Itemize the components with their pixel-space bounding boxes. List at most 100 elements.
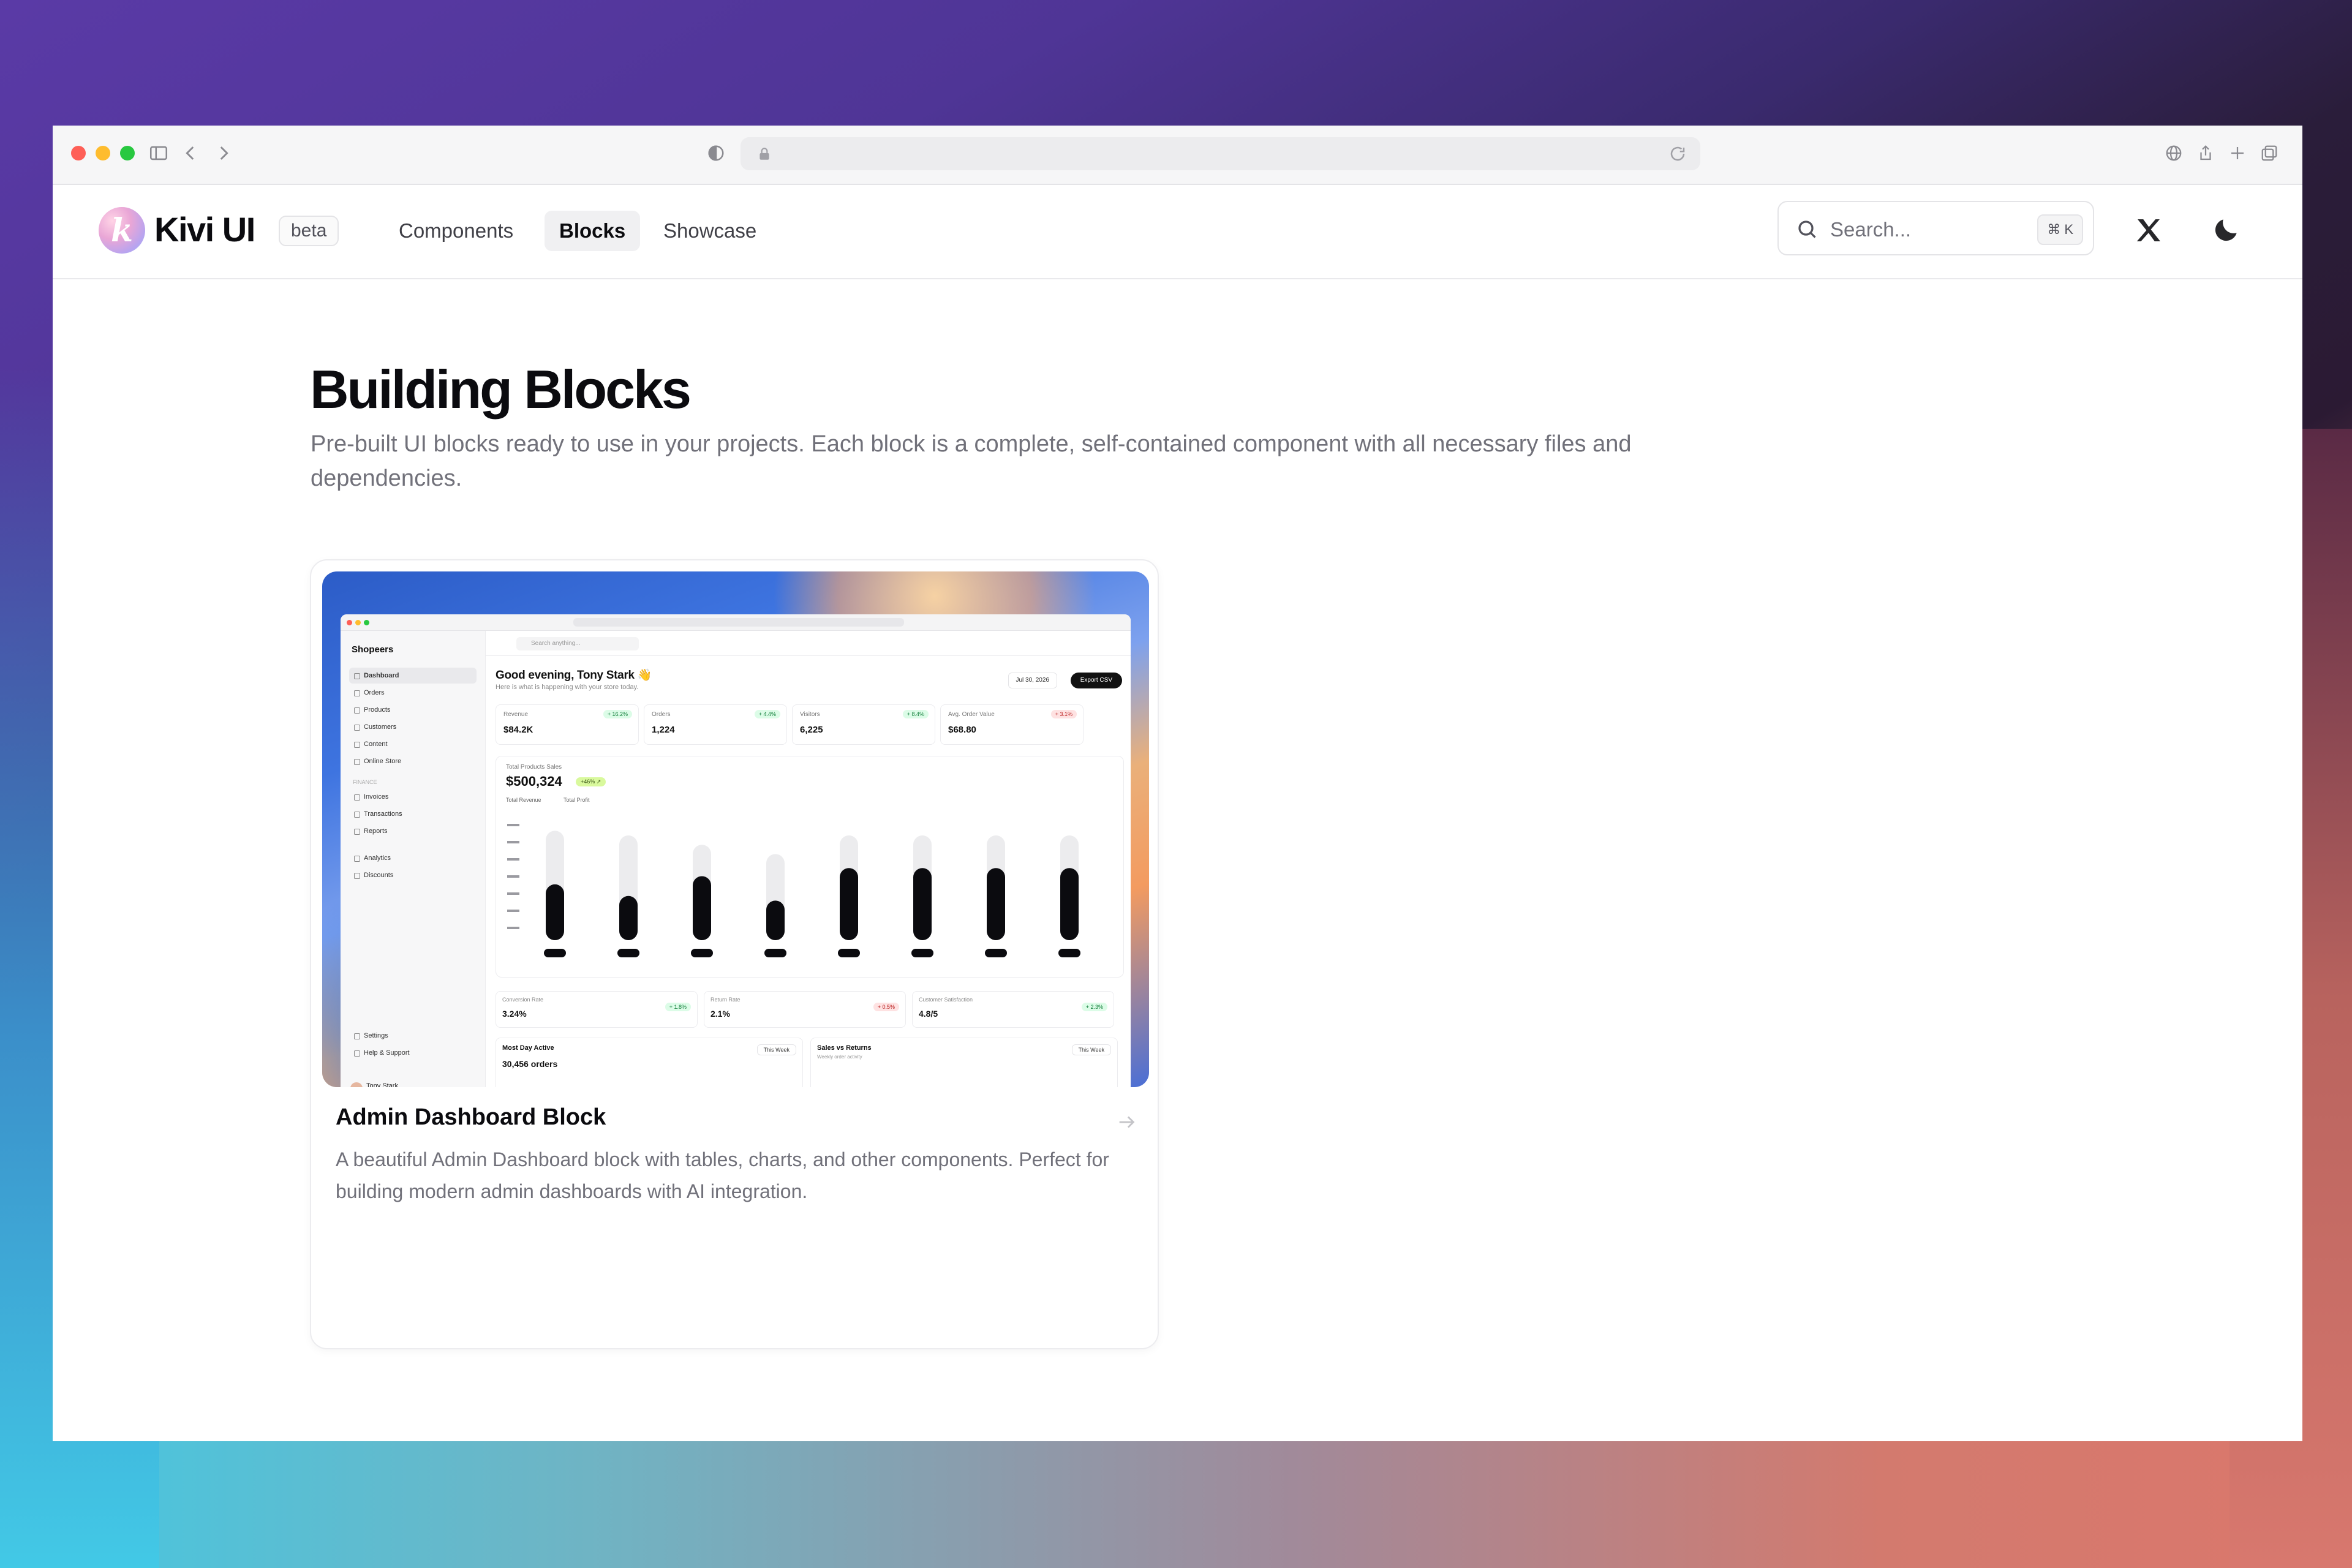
mini-kpi-value: 3.24% <box>502 1009 527 1019</box>
mini-bottom-subtitle: Weekly order activity <box>817 1054 862 1060</box>
mini-stat-label: Visitors <box>800 711 820 718</box>
mini-section-label: FINANCE <box>353 779 377 785</box>
mini-stat-card: Orders 1,224 + 4.4% <box>644 704 787 745</box>
mini-nav-item: Content <box>349 736 477 752</box>
mini-browser-toolbar <box>341 614 1131 631</box>
mini-chart-value: $500,324 <box>506 774 562 789</box>
browser-toolbar <box>53 126 2302 185</box>
mini-kpi-change: + 1.8% <box>665 1003 691 1011</box>
mini-bottom-card: Sales vs Returns Weekly order activity T… <box>810 1038 1118 1087</box>
mini-stat-change: + 8.4% <box>902 710 929 718</box>
lock-icon <box>760 148 769 160</box>
mini-address-bar <box>573 618 904 627</box>
mini-nav-item: Online Store <box>349 753 477 769</box>
search-shortcut: ⌘ K <box>2037 214 2083 245</box>
card-title[interactable]: Admin Dashboard Block <box>336 1104 606 1131</box>
mini-bottom-value: 30,456 orders <box>502 1059 558 1069</box>
sidebar-toggle-icon[interactable] <box>148 143 169 164</box>
page-title: Building Blocks <box>310 359 692 420</box>
brand-name[interactable]: Kivi UI <box>154 209 255 249</box>
mini-nav-item: Analytics <box>349 850 477 866</box>
site-header: k Kivi UI beta Components Blocks Showcas… <box>53 185 2302 279</box>
translate-icon[interactable] <box>2165 144 2183 162</box>
mini-bar <box>987 868 1005 940</box>
mini-sales-chart: Total Products Sales $500,324 +46% ↗ Tot… <box>496 756 1124 978</box>
mini-nav-item: Settings <box>349 1028 477 1044</box>
mini-nav-item: Reports <box>349 823 477 839</box>
nav-components[interactable]: Components <box>384 211 528 251</box>
brand-logo-icon[interactable]: k <box>99 207 145 254</box>
mini-x-tick <box>911 949 933 957</box>
mini-chart-badge: +46% ↗ <box>576 777 606 786</box>
mini-dashboard: Shopeers Dashboard Orders Products Custo… <box>341 614 1131 1087</box>
card-description: A beautiful Admin Dashboard block with t… <box>336 1148 1109 1202</box>
mini-main: Search anything... Good evening, Tony St… <box>486 631 1131 1087</box>
beta-badge: beta <box>279 216 339 246</box>
page-description: Pre-built UI blocks ready to use in your… <box>311 431 1632 491</box>
moon-icon[interactable] <box>2211 214 2242 245</box>
mini-min-dot <box>355 620 361 625</box>
x-icon[interactable] <box>2134 216 2163 245</box>
mini-kpi-card: Customer Satisfaction 4.8/5 + 2.3% <box>912 991 1114 1028</box>
mini-bar <box>693 876 711 940</box>
arrow-right-icon[interactable] <box>1116 1112 1137 1133</box>
mini-bar <box>840 868 858 940</box>
reload-icon[interactable] <box>1668 145 1687 163</box>
mini-stat-value: $68.80 <box>948 725 976 735</box>
mini-bar <box>766 900 785 940</box>
mini-stat-value: 6,225 <box>800 725 823 735</box>
address-bar[interactable] <box>741 137 1700 170</box>
mini-bottom-title: Sales vs Returns <box>817 1044 872 1052</box>
nav-showcase[interactable]: Showcase <box>649 211 771 251</box>
nav-blocks[interactable]: Blocks <box>545 211 641 251</box>
mini-kpi-change: + 0.5% <box>873 1003 899 1011</box>
mini-stat-change: + 4.4% <box>754 710 780 718</box>
mini-max-dot <box>364 620 369 625</box>
mini-kpi-change: + 2.3% <box>1081 1003 1107 1011</box>
mini-nav-item: Discounts <box>349 867 477 883</box>
search-input[interactable]: Search... ⌘ K <box>1777 201 2094 255</box>
block-preview-image[interactable]: Shopeers Dashboard Orders Products Custo… <box>322 571 1149 1087</box>
new-tab-icon[interactable] <box>2228 144 2247 162</box>
tab-overview-icon[interactable] <box>2260 144 2278 162</box>
search-placeholder: Search... <box>1830 218 1912 241</box>
mini-bottom-select: This Week <box>756 1044 796 1055</box>
mini-date: Jul 30, 2026 <box>1008 673 1057 688</box>
mini-bottom-card: Most Day Active 30,456 orders This Week <box>496 1038 803 1087</box>
mini-brand: Shopeers <box>352 644 394 655</box>
mini-nav-item: Customers <box>349 719 477 735</box>
mini-stat-value: 1,224 <box>652 725 675 735</box>
back-icon[interactable] <box>180 143 201 164</box>
mini-nav-item: Help & Support <box>349 1045 477 1061</box>
share-icon[interactable] <box>2196 144 2215 162</box>
minimize-window-button[interactable] <box>96 146 110 160</box>
mini-stat-change: + 16.2% <box>603 710 632 718</box>
mini-close-dot <box>347 620 352 625</box>
mini-stat-card: Revenue $84.2K + 16.2% <box>496 704 639 745</box>
mini-x-tick <box>985 949 1007 957</box>
mini-greeting: Good evening, Tony Stark 👋 <box>496 669 652 682</box>
privacy-shield-icon[interactable] <box>707 144 725 162</box>
mini-subtitle: Here is what is happening with your stor… <box>496 684 639 691</box>
mini-legend-item: Total Profit <box>564 797 590 803</box>
mini-y-tick <box>507 927 519 929</box>
mini-stat-label: Revenue <box>503 711 529 718</box>
mini-chart-title: Total Products Sales <box>506 764 562 771</box>
mini-stat-card: Visitors 6,225 + 8.4% <box>792 704 935 745</box>
mini-kpi-label: Customer Satisfaction <box>919 997 973 1003</box>
mini-kpi-card: Return Rate 2.1% + 0.5% <box>704 991 906 1028</box>
mini-y-tick <box>507 841 519 843</box>
mini-stat-label: Avg. Order Value <box>948 711 995 718</box>
mini-x-tick <box>617 949 639 957</box>
mini-bottom-title: Most Day Active <box>502 1044 554 1052</box>
maximize-window-button[interactable] <box>120 146 135 160</box>
mini-stat-change: + 3.1% <box>1050 710 1077 718</box>
mini-search: Search anything... <box>516 637 639 650</box>
mini-y-tick <box>507 892 519 895</box>
mini-y-tick <box>507 910 519 912</box>
mini-y-tick <box>507 875 519 878</box>
close-window-button[interactable] <box>71 146 86 160</box>
mini-kpi-label: Return Rate <box>710 997 741 1003</box>
forward-icon[interactable] <box>213 143 234 164</box>
admin-dashboard-block-card[interactable]: Shopeers Dashboard Orders Products Custo… <box>310 559 1159 1349</box>
